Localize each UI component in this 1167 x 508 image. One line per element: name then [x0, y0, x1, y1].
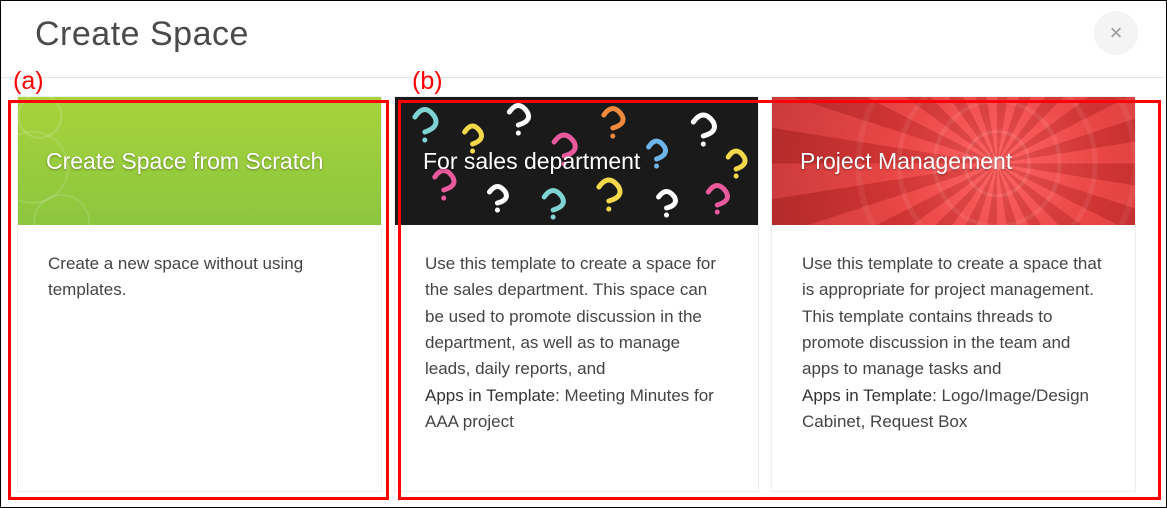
template-card-row: Create Space from Scratch Create a new s…	[1, 78, 1166, 508]
card-header: For sales department	[395, 97, 758, 225]
apps-in-template-label: Apps in Template:	[425, 386, 565, 405]
card-body: Use this template to create a space for …	[395, 225, 758, 461]
close-icon: ×	[1110, 20, 1123, 46]
dialog-header: Create Space ×	[1, 1, 1166, 78]
card-header: Create Space from Scratch	[18, 97, 381, 225]
card-body: Use this template to create a space that…	[772, 225, 1135, 461]
dialog-title: Create Space	[35, 15, 249, 54]
card-description: Use this template to create a space that…	[802, 254, 1102, 378]
card-title: Create Space from Scratch	[46, 148, 323, 175]
close-button[interactable]: ×	[1094, 11, 1138, 55]
card-title: For sales department	[423, 148, 640, 175]
card-project-management[interactable]: Project Management Use this template to …	[771, 96, 1136, 492]
apps-in-template-label: Apps in Template:	[802, 386, 942, 405]
card-description: Create a new space without using templat…	[48, 254, 303, 299]
card-create-from-scratch[interactable]: Create Space from Scratch Create a new s…	[17, 96, 382, 492]
card-description: Use this template to create a space for …	[425, 254, 716, 378]
card-body: Create a new space without using templat…	[18, 225, 381, 330]
card-header: Project Management	[772, 97, 1135, 225]
card-title: Project Management	[800, 148, 1012, 175]
card-for-sales-department[interactable]: For sales department Use this template t…	[394, 96, 759, 492]
